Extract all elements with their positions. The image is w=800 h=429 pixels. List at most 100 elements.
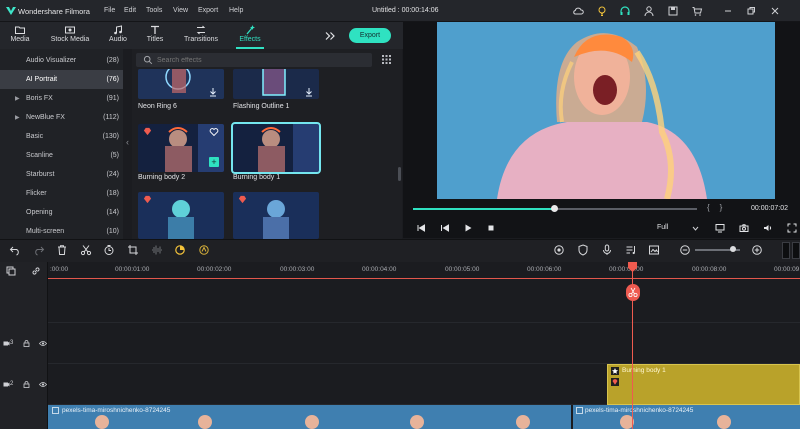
video-track-icon [3, 382, 10, 387]
add-track-icon[interactable] [6, 266, 16, 276]
play-icon[interactable] [463, 223, 473, 233]
category-name: Multi-screen [26, 228, 65, 235]
category-audio-visualizer[interactable]: Audio Visualizer (28) [0, 51, 123, 70]
snapshot-camera-icon[interactable] [739, 223, 749, 233]
panel-toggle-button[interactable] [792, 242, 800, 259]
clip-thumbnail-frame [516, 415, 530, 429]
cloud-icon[interactable] [572, 5, 584, 17]
playhead-split-marker[interactable] [626, 284, 640, 301]
menu-file[interactable]: File [104, 7, 115, 14]
volume-icon[interactable] [763, 223, 773, 233]
delete-icon[interactable] [56, 244, 68, 256]
crop-icon[interactable] [127, 244, 139, 256]
collapse-sidebar-icon[interactable]: ‹ [126, 137, 129, 147]
expand-arrow-icon[interactable]: ▶ [15, 95, 20, 102]
step-back-icon[interactable] [416, 223, 426, 233]
render-settings-icon[interactable] [553, 244, 565, 256]
download-icon[interactable] [208, 87, 218, 97]
color-match-icon[interactable] [174, 244, 186, 256]
snapshot-frame-icon[interactable] [648, 244, 660, 256]
save-icon[interactable] [667, 5, 679, 17]
menu-help[interactable]: Help [229, 7, 243, 14]
ruler-label: 00:00:08:00 [692, 266, 727, 273]
category-basic[interactable]: Basic (130) [0, 127, 123, 146]
bulb-icon[interactable] [596, 5, 608, 17]
zoom-slider-handle[interactable] [730, 246, 736, 252]
clip-divider [571, 405, 573, 429]
user-icon[interactable] [643, 5, 655, 17]
grid-view-icon[interactable] [381, 54, 392, 65]
category-name: Starburst [26, 171, 55, 178]
seek-handle[interactable] [551, 205, 558, 212]
tab-titles-label: Titles [146, 36, 164, 43]
tab-audio[interactable]: Audio [98, 22, 138, 49]
video-track-icon [3, 341, 10, 346]
tab-effects[interactable]: Effects [230, 22, 270, 49]
tab-media[interactable]: Media [0, 22, 40, 49]
category-flicker[interactable]: Flicker (18) [0, 184, 123, 203]
tab-stock-media[interactable]: Stock Media [48, 22, 92, 49]
link-icon[interactable] [31, 266, 41, 276]
play-reverse-icon[interactable] [440, 223, 450, 233]
timeline-track-empty[interactable] [48, 279, 800, 323]
category-ai-portrait[interactable]: AI Portrait (76) [0, 70, 123, 89]
close-icon[interactable] [769, 5, 781, 17]
audio-wave-icon[interactable] [151, 244, 163, 256]
video-clip-label: pexels-tima-miroshnichenko-8724245 [62, 407, 171, 414]
more-tabs-icon[interactable] [324, 30, 336, 42]
restore-icon[interactable] [745, 5, 757, 17]
favorite-heart-icon[interactable] [209, 127, 219, 137]
download-icon[interactable] [304, 87, 314, 97]
fullscreen-icon[interactable] [787, 223, 797, 233]
export-button[interactable]: Export [349, 28, 391, 43]
timeline-track-3[interactable] [48, 323, 800, 364]
marker-shield-icon[interactable] [577, 244, 589, 256]
menu-export[interactable]: Export [198, 7, 218, 14]
lock-icon[interactable] [23, 340, 30, 347]
in-out-markers[interactable]: {} [707, 203, 732, 212]
document-title: Untitled : 00:00:14:06 [372, 7, 439, 14]
stock-media-icon [65, 26, 75, 34]
category-scanline[interactable]: Scanline (5) [0, 146, 123, 165]
headset-icon[interactable] [619, 5, 631, 17]
category-boris-fx[interactable]: ▶ Boris FX (91) [0, 89, 123, 108]
microphone-icon[interactable] [601, 244, 613, 256]
category-multi-screen[interactable]: Multi-screen (10) [0, 222, 123, 239]
zoom-in-icon[interactable] [751, 244, 763, 256]
text-icon [151, 25, 159, 34]
menu-edit[interactable]: Edit [124, 7, 136, 14]
clip-thumbnail-frame [198, 415, 212, 429]
menu-tools[interactable]: Tools [146, 7, 162, 14]
split-scissors-icon[interactable] [80, 244, 92, 256]
expand-arrow-icon[interactable]: ▶ [15, 114, 20, 121]
effect-thumbnail-selected[interactable] [231, 122, 321, 174]
panel-toggle-button[interactable] [782, 242, 790, 259]
menu-view[interactable]: View [173, 7, 188, 14]
tab-titles[interactable]: Titles [135, 22, 175, 49]
ai-tool-icon[interactable] [198, 244, 210, 256]
minimize-icon[interactable] [722, 5, 734, 17]
category-starburst[interactable]: Starburst (24) [0, 165, 123, 184]
undo-icon[interactable] [9, 244, 21, 256]
cart-icon[interactable] [691, 5, 703, 17]
time-ruler[interactable] [48, 262, 800, 279]
add-effect-icon[interactable]: + [209, 157, 219, 167]
track-number: 2 [10, 381, 14, 387]
eye-icon[interactable] [39, 340, 47, 347]
redo-icon[interactable] [33, 244, 45, 256]
category-newblue-fx[interactable]: ▶ NewBlue FX (112) [0, 108, 123, 127]
zoom-out-icon[interactable] [679, 244, 691, 256]
tab-transitions[interactable]: Transitions [180, 22, 222, 49]
display-icon[interactable] [715, 223, 725, 233]
stop-icon[interactable] [486, 223, 496, 233]
search-input[interactable] [157, 55, 357, 65]
eye-icon[interactable] [39, 381, 47, 388]
voiceover-list-icon[interactable] [625, 244, 637, 256]
lock-icon[interactable] [23, 381, 30, 388]
category-name: Audio Visualizer [26, 57, 77, 64]
browser-scrollbar[interactable] [398, 167, 401, 181]
ruler-label: 00:00:01:00 [115, 266, 150, 273]
filmora-logo-icon [6, 7, 16, 15]
speed-clock-icon[interactable] [103, 244, 115, 256]
category-opening[interactable]: Opening (14) [0, 203, 123, 222]
